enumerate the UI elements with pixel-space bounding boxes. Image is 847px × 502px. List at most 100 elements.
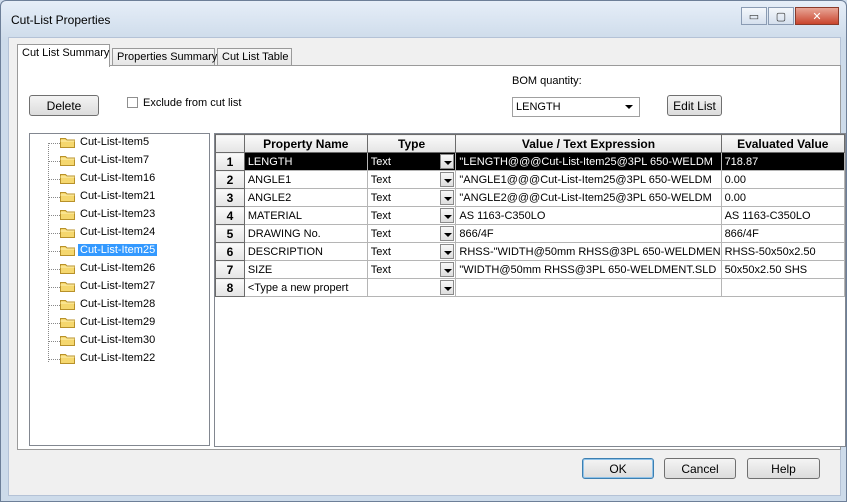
table-row[interactable]: 6 DESCRIPTION Text RHSS-"WIDTH@50mm RHSS… <box>215 242 845 261</box>
evaluated-value-cell: 718.87 <box>720 152 845 171</box>
cancel-button[interactable]: Cancel <box>664 458 736 479</box>
evaluated-value-cell: 50x50x2.50 SHS <box>720 260 845 279</box>
tree-item[interactable]: Cut-List-Item7 <box>30 152 208 170</box>
folder-icon <box>60 354 75 364</box>
value-cell[interactable] <box>455 278 722 297</box>
tree-item[interactable]: Cut-List-Item27 <box>30 278 208 296</box>
evaluated-value-cell: 866/4F <box>720 224 845 243</box>
column-header-property-name[interactable]: Property Name <box>243 134 368 153</box>
type-cell[interactable]: Text <box>366 188 457 207</box>
value-cell[interactable]: "ANGLE2@@@Cut-List-Item25@3PL 650-WELDM <box>455 188 722 207</box>
bom-quantity-select[interactable]: LENGTH <box>512 97 640 117</box>
row-number[interactable]: 4 <box>215 206 245 225</box>
minimize-icon: ▭ <box>748 10 760 23</box>
tree-item-label: Cut-List-Item5 <box>80 136 150 148</box>
table-row[interactable]: 1 LENGTH Text "LENGTH@@@Cut-List-Item25@… <box>215 152 845 171</box>
tab-properties-summary[interactable]: Properties Summary <box>112 48 217 66</box>
tree-item[interactable]: Cut-List-Item29 <box>30 314 208 332</box>
type-cell[interactable]: Text <box>366 170 457 189</box>
folder-icon <box>60 264 75 274</box>
property-name-cell[interactable]: ANGLE2 <box>243 188 368 207</box>
row-number[interactable]: 7 <box>215 260 245 279</box>
ok-button[interactable]: OK <box>582 458 654 479</box>
property-name-cell[interactable]: DRAWING No. <box>243 224 368 243</box>
column-header-type[interactable]: Type <box>366 134 457 153</box>
edit-list-button[interactable]: Edit List <box>667 95 722 116</box>
minimize-button[interactable]: ▭ <box>741 7 767 25</box>
close-button[interactable]: ✕ <box>795 7 839 25</box>
help-button[interactable]: Help <box>747 458 820 479</box>
properties-table: Property Name Type Value / Text Expressi… <box>215 134 845 297</box>
folder-icon <box>60 174 75 184</box>
value-cell[interactable]: "LENGTH@@@Cut-List-Item25@3PL 650-WELDM <box>455 152 722 171</box>
type-cell[interactable]: Text <box>366 206 457 225</box>
type-value: Text <box>370 191 391 204</box>
value-cell[interactable]: "WIDTH@50mm RHSS@3PL 650-WELDMENT.SLD <box>455 260 722 279</box>
tree-item[interactable]: Cut-List-Item21 <box>30 188 208 206</box>
value-cell[interactable]: AS 1163-C350LO <box>455 206 722 225</box>
title-bar[interactable]: Cut-List Properties ▭ ▢ ✕ <box>1 1 846 37</box>
tree-item[interactable]: Cut-List-Item26 <box>30 260 208 278</box>
property-name-cell[interactable]: ANGLE1 <box>243 170 368 189</box>
dropdown-arrow-icon[interactable] <box>440 280 455 295</box>
dropdown-arrow-icon[interactable] <box>440 154 455 169</box>
type-cell[interactable]: Text <box>366 260 457 279</box>
dropdown-arrow-icon[interactable] <box>440 208 455 223</box>
column-header-evaluated-value[interactable]: Evaluated Value <box>720 134 845 153</box>
new-property-name-cell[interactable]: <Type a new propert <box>243 278 368 297</box>
properties-grid: Property Name Type Value / Text Expressi… <box>214 133 846 447</box>
tab-cut-list-summary[interactable]: Cut List Summary <box>17 44 110 67</box>
tree-item[interactable]: Cut-List-Item24 <box>30 224 208 242</box>
maximize-button[interactable]: ▢ <box>768 7 794 25</box>
folder-icon <box>60 138 75 148</box>
tree-item-selected[interactable]: Cut-List-Item25 <box>30 242 208 260</box>
folder-icon <box>60 282 75 292</box>
cut-list-tree[interactable]: Cut-List-Item5 Cut-List-Item7 Cut-List-I… <box>29 133 210 446</box>
tab-cut-list-table[interactable]: Cut List Table <box>217 48 292 66</box>
property-name-cell[interactable]: SIZE <box>243 260 368 279</box>
table-row[interactable]: 4 MATERIAL Text AS 1163-C350LO AS 1163-C… <box>215 206 845 225</box>
table-row[interactable]: 3 ANGLE2 Text "ANGLE2@@@Cut-List-Item25@… <box>215 188 845 207</box>
dropdown-arrow-icon[interactable] <box>440 190 455 205</box>
tree-item[interactable]: Cut-List-Item22 <box>30 350 208 368</box>
row-number[interactable]: 2 <box>215 170 245 189</box>
type-cell[interactable]: Text <box>366 224 457 243</box>
row-number[interactable]: 5 <box>215 224 245 243</box>
chevron-down-icon <box>625 105 633 109</box>
table-row[interactable]: 7 SIZE Text "WIDTH@50mm RHSS@3PL 650-WEL… <box>215 260 845 279</box>
dropdown-arrow-icon[interactable] <box>440 262 455 277</box>
folder-icon <box>60 156 75 166</box>
property-name-cell[interactable]: LENGTH <box>243 152 368 171</box>
type-cell[interactable]: Text <box>366 242 457 261</box>
row-number[interactable]: 8 <box>215 278 245 297</box>
value-cell[interactable]: "ANGLE1@@@Cut-List-Item25@3PL 650-WELDM <box>455 170 722 189</box>
new-property-row[interactable]: 8 <Type a new propert <box>215 278 845 297</box>
dropdown-arrow-icon[interactable] <box>440 244 455 259</box>
corner-header <box>215 134 245 153</box>
evaluated-value-cell <box>720 278 845 297</box>
exclude-from-cut-list-checkbox[interactable] <box>127 97 138 108</box>
dropdown-arrow-icon[interactable] <box>440 226 455 241</box>
delete-button[interactable]: Delete <box>29 95 99 116</box>
row-number[interactable]: 6 <box>215 242 245 261</box>
type-cell[interactable]: Text <box>366 152 457 171</box>
tree-item[interactable]: Cut-List-Item28 <box>30 296 208 314</box>
bom-quantity-value: LENGTH <box>516 101 561 113</box>
table-row[interactable]: 2 ANGLE1 Text "ANGLE1@@@Cut-List-Item25@… <box>215 170 845 189</box>
table-row[interactable]: 5 DRAWING No. Text 866/4F 866/4F <box>215 224 845 243</box>
property-name-cell[interactable]: DESCRIPTION <box>243 242 368 261</box>
tree-item[interactable]: Cut-List-Item5 <box>30 134 208 152</box>
dropdown-arrow-icon[interactable] <box>440 172 455 187</box>
tree-item-label: Cut-List-Item23 <box>80 208 156 220</box>
value-cell[interactable]: 866/4F <box>455 224 722 243</box>
tree-item[interactable]: Cut-List-Item23 <box>30 206 208 224</box>
value-cell[interactable]: RHSS-"WIDTH@50mm RHSS@3PL 650-WELDMEN <box>455 242 722 261</box>
tree-item[interactable]: Cut-List-Item16 <box>30 170 208 188</box>
row-number[interactable]: 1 <box>215 152 245 171</box>
row-number[interactable]: 3 <box>215 188 245 207</box>
column-header-value[interactable]: Value / Text Expression <box>455 134 722 153</box>
type-cell[interactable] <box>366 278 457 297</box>
tree-item[interactable]: Cut-List-Item30 <box>30 332 208 350</box>
property-name-cell[interactable]: MATERIAL <box>243 206 368 225</box>
maximize-icon: ▢ <box>775 10 787 23</box>
